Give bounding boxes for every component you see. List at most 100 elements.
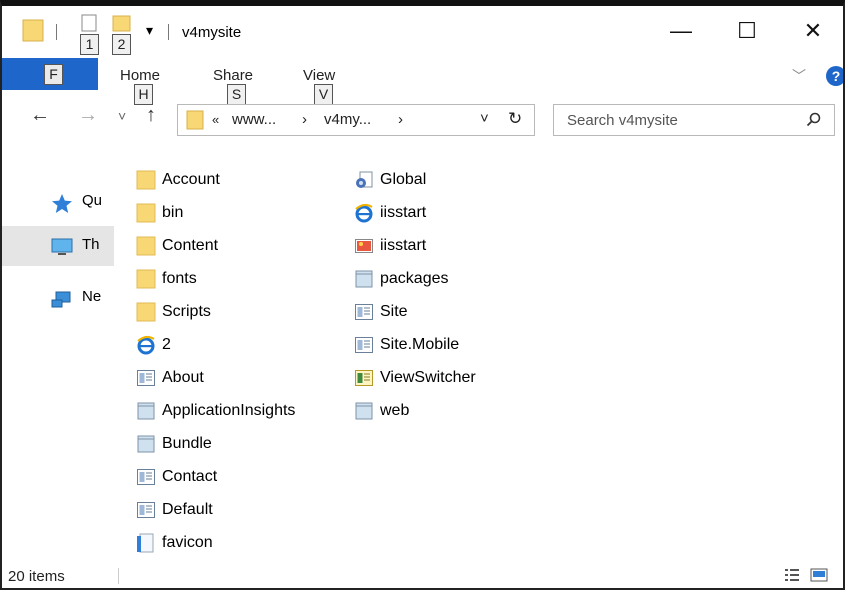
aspx-icon xyxy=(137,469,155,485)
up-button[interactable]: ↑ xyxy=(146,104,156,127)
close-button[interactable]: ✕ xyxy=(790,16,836,46)
file-name: About xyxy=(162,369,204,386)
config-icon xyxy=(355,402,373,420)
breadcrumb-separator[interactable]: › xyxy=(398,111,403,128)
list-item[interactable]: iisstart xyxy=(354,232,534,260)
list-item[interactable]: bin xyxy=(136,199,316,227)
list-item[interactable]: About xyxy=(136,364,316,392)
minimize-button[interactable]: — xyxy=(658,16,704,46)
search-box[interactable]: Search v4mysite xyxy=(553,104,835,136)
customize-toolbar-button[interactable]: ▾ xyxy=(146,22,153,39)
list-item[interactable]: Contact xyxy=(136,463,316,491)
list-item[interactable]: iisstart xyxy=(354,199,534,227)
keytip-f: F xyxy=(44,64,63,85)
file-name: packages xyxy=(380,270,449,287)
list-item[interactable]: fonts xyxy=(136,265,316,293)
navigation-pane: Qu Th Ne xyxy=(2,142,114,558)
file-name: Default xyxy=(162,501,213,518)
aspx-icon xyxy=(137,370,155,386)
file-name: ApplicationInsights xyxy=(162,402,296,419)
network-icon xyxy=(51,291,71,308)
file-tab[interactable]: F xyxy=(2,58,98,90)
new-folder-icon xyxy=(112,15,131,32)
list-item[interactable]: Global xyxy=(354,166,534,194)
file-name: fonts xyxy=(162,270,197,287)
file-name: Contact xyxy=(162,468,218,485)
back-button[interactable]: ← xyxy=(30,104,50,127)
list-item[interactable]: Site.Mobile xyxy=(354,331,534,359)
address-bar[interactable]: « www... › v4my... › ˅ ↻ xyxy=(177,104,535,136)
keytip-1: 1 xyxy=(80,34,99,55)
nav-item-this-pc[interactable]: Th xyxy=(2,226,114,266)
details-view-icon[interactable] xyxy=(784,568,800,582)
expand-ribbon-chevron-icon[interactable]: ﹀ xyxy=(792,66,806,86)
list-item[interactable]: Content xyxy=(136,232,316,260)
breadcrumb-www[interactable]: www... xyxy=(232,111,276,128)
folder-icon xyxy=(136,269,156,289)
nav-item-network[interactable]: Ne xyxy=(2,278,114,318)
breadcrumb-v4mysite[interactable]: v4my... xyxy=(324,111,371,128)
nav-item-label: Qu xyxy=(82,192,103,209)
forward-button[interactable]: → xyxy=(78,104,98,127)
list-item[interactable]: ApplicationInsights xyxy=(136,397,336,425)
window-title: v4mysite xyxy=(182,24,242,41)
file-name: Site.Mobile xyxy=(380,336,460,353)
list-item[interactable]: web xyxy=(354,397,534,425)
overflow-chevron[interactable]: « xyxy=(212,112,219,127)
star-icon xyxy=(52,194,72,213)
item-count: 20 items xyxy=(8,568,65,585)
file-name: Global xyxy=(380,171,427,188)
aspx-icon xyxy=(137,502,155,518)
new-folder-button[interactable]: 2 xyxy=(110,14,132,55)
file-name: Scripts xyxy=(162,303,211,320)
title-bar: 1 2 ▾ v4mysite — ☐ ✕ xyxy=(2,6,843,56)
help-icon[interactable]: ? xyxy=(826,66,843,86)
list-item[interactable]: favicon xyxy=(136,529,316,557)
computer-icon xyxy=(51,238,73,255)
large-icons-view-icon[interactable] xyxy=(810,568,828,582)
properties-button[interactable]: 1 xyxy=(78,14,100,55)
explorer-window: 1 2 ▾ v4mysite — ☐ ✕ F Home H Share S Vi… xyxy=(0,0,845,590)
config-icon xyxy=(355,270,373,288)
config-icon xyxy=(137,402,155,420)
list-item[interactable]: 2 xyxy=(136,331,316,359)
file-name: iisstart xyxy=(380,237,427,254)
recent-locations-button[interactable]: ˅ xyxy=(118,108,126,124)
ribbon: F Home H Share S View V ﹀ ? xyxy=(2,56,843,105)
breadcrumb-separator[interactable]: › xyxy=(302,111,307,128)
file-name: iisstart xyxy=(380,204,427,221)
search-icon[interactable] xyxy=(806,112,822,128)
image-icon xyxy=(355,239,373,253)
list-item[interactable]: Bundle xyxy=(136,430,316,458)
file-name: Site xyxy=(380,303,408,320)
separator xyxy=(56,24,57,40)
file-name: bin xyxy=(162,204,184,221)
list-item[interactable]: Default xyxy=(136,496,316,524)
nav-item-label: Ne xyxy=(82,288,102,305)
nav-item-label: Th xyxy=(82,236,100,253)
list-item[interactable]: Site xyxy=(354,298,534,326)
folder-icon xyxy=(136,170,156,190)
file-name: web xyxy=(380,402,410,419)
address-dropdown-button[interactable]: ˅ xyxy=(480,110,489,127)
folder-icon[interactable] xyxy=(22,18,44,42)
list-item[interactable]: Scripts xyxy=(136,298,316,326)
maximize-button[interactable]: ☐ xyxy=(724,16,770,46)
ie-html-icon xyxy=(137,335,155,355)
file-name: Content xyxy=(162,237,219,254)
refresh-button[interactable]: ↻ xyxy=(508,109,522,129)
file-name: Account xyxy=(162,171,220,188)
file-name: Bundle xyxy=(162,435,212,452)
separator xyxy=(118,568,119,584)
tab-home[interactable]: Home xyxy=(120,67,160,84)
tab-view[interactable]: View xyxy=(303,67,335,84)
folder-icon xyxy=(136,236,156,256)
list-item[interactable]: Account xyxy=(136,166,316,194)
navigation-bar: ← → ˅ ↑ « www... › v4my... › ˅ ↻ Search … xyxy=(2,98,843,138)
nav-item-quick-access[interactable]: Qu xyxy=(2,182,114,222)
list-item[interactable]: packages xyxy=(354,265,534,293)
tab-share[interactable]: Share xyxy=(213,67,253,84)
list-item[interactable]: ViewSwitcher xyxy=(354,364,534,392)
separator xyxy=(168,24,169,40)
ie-html-icon xyxy=(355,203,373,223)
